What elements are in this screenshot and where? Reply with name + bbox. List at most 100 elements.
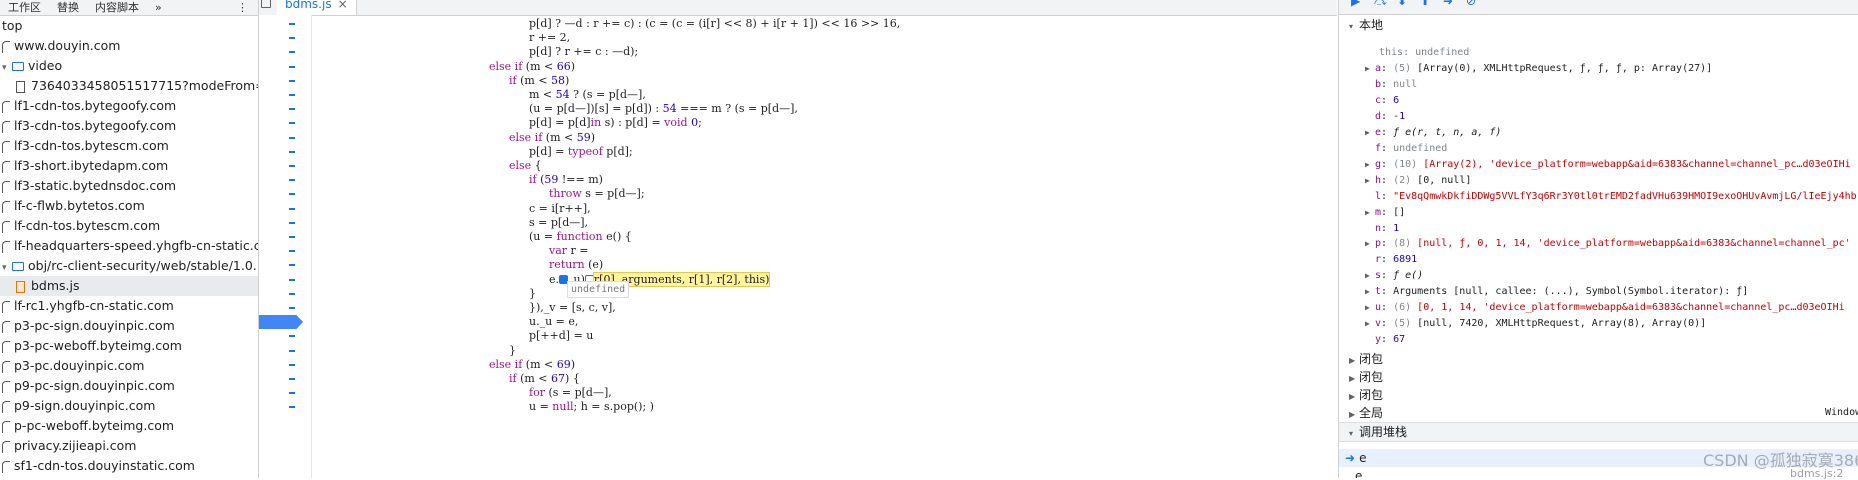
tree-item[interactable]: lf-cdn-tos.bytescm.com (0, 216, 258, 236)
tree-item[interactable]: lf-headquarters-speed.yhgfb-cn-static.co… (0, 236, 258, 256)
line-marker[interactable] (289, 179, 295, 182)
tree-item[interactable]: bdms.js (0, 276, 258, 296)
deactivate-breakpoints-icon[interactable]: ⊘ (1466, 0, 1478, 7)
line-marker[interactable] (289, 292, 295, 295)
scope-variable-row[interactable]: ▶ a: (5) [Array(0), XMLHttpRequest, ƒ, ƒ,… (1365, 61, 1712, 77)
line-marker[interactable] (289, 236, 295, 238)
expand-arrow-icon[interactable]: ▶ (1365, 300, 1375, 316)
line-marker[interactable] (289, 363, 295, 366)
tree-item[interactable]: p-pc-weboff.byteimg.com (0, 416, 258, 436)
tree-item[interactable]: www.douyin.com (0, 36, 258, 56)
scope-group-closure[interactable]: ▶ 闭包 (1349, 350, 1383, 368)
line-marker[interactable] (289, 278, 295, 281)
tree-item[interactable]: top (0, 16, 258, 36)
line-marker[interactable] (289, 250, 295, 253)
expand-arrow-icon[interactable]: ▶ (1365, 157, 1375, 173)
line-marker[interactable] (289, 136, 295, 139)
tree-item[interactable]: p9-pc-sign.douyinpic.com (0, 376, 258, 396)
line-gutter[interactable] (259, 15, 312, 478)
expand-arrow-icon[interactable]: ▶ (1365, 173, 1375, 189)
tree-item[interactable]: ▾ obj/rc-client-security/web/stable/1.0.1… (0, 256, 258, 276)
tree-item[interactable]: 7364033458051517715?modeFrom= (0, 76, 258, 96)
line-marker[interactable] (289, 37, 295, 40)
scope-variable-row[interactable]: y: 67 (1365, 332, 1405, 348)
tab-bdms-js[interactable]: bdms.js × (277, 0, 357, 15)
execution-line-marker[interactable] (259, 315, 303, 329)
line-marker[interactable] (289, 193, 295, 196)
step-into-icon[interactable]: ⬇ (1397, 0, 1409, 7)
code-line[interactable]: u = null; h = s.pop(); ) (529, 399, 654, 415)
scope-variable-row[interactable]: b: null (1365, 77, 1417, 93)
line-marker[interactable] (289, 378, 295, 380)
step-over-icon[interactable]: ⤼ (1374, 0, 1387, 7)
line-marker[interactable] (289, 150, 295, 153)
scope-variable-row[interactable]: ▶ m: [] (1365, 205, 1405, 221)
scope-variable-row[interactable]: r: 6891 (1365, 252, 1417, 268)
code-area[interactable]: p[d] ? —d : r += c) : (c = (c = (i[r] <<… (311, 15, 1337, 478)
line-marker[interactable] (289, 349, 295, 352)
expand-arrow-icon[interactable]: ▾ (2, 58, 12, 78)
scope-variable-row[interactable]: ▶ s: ƒ e() (1365, 268, 1423, 284)
line-marker[interactable] (289, 108, 295, 111)
line-marker[interactable] (289, 221, 295, 224)
line-marker[interactable] (289, 335, 295, 338)
scope-variable-row[interactable]: ▶ h: (2) [0, null] (1365, 173, 1471, 189)
scope-section-header[interactable]: ▾ 本地 (1349, 16, 1383, 34)
tree-item[interactable]: lf3-static.bytednsdoc.com (0, 176, 258, 196)
expand-arrow-icon[interactable]: ▶ (1365, 236, 1375, 252)
scope-variable-row[interactable]: d: -1 (1365, 109, 1405, 125)
line-marker[interactable] (289, 307, 295, 309)
scope-group-closure[interactable]: ▶ 全局 (1349, 404, 1383, 422)
tree-item[interactable]: lf3-short.ibytedapm.com (0, 156, 258, 176)
line-marker[interactable] (289, 392, 295, 395)
code-line[interactable]: p[d] = typeof p[d]; (529, 144, 633, 160)
callstack-section-header[interactable]: ▾ 调用堆栈 (1339, 422, 1858, 442)
tree-item[interactable]: p3-pc.douyinpic.com (0, 356, 258, 376)
expand-arrow-icon[interactable]: ▶ (1365, 268, 1375, 284)
expand-arrow-icon[interactable]: ▶ (1365, 61, 1375, 77)
scope-variable-row[interactable]: ▶ v: (5) [null, 7420, XMLHttpRequest, Arr… (1365, 316, 1706, 332)
tree-item[interactable]: lf3-cdn-tos.bytescm.com (0, 136, 258, 156)
line-marker[interactable] (289, 122, 295, 125)
step-out-icon[interactable]: ⬆ (1420, 0, 1432, 7)
scope-variable-row[interactable]: ▶ g: (10) [Array(2), 'device_platform=web… (1365, 157, 1851, 173)
scope-variable-row[interactable]: ▶ p: (8) [null, ƒ, 0, 1, 14, 'device_plat… (1365, 236, 1851, 252)
tree-item[interactable]: p3-pc-weboff.byteimg.com (0, 336, 258, 356)
tree-item[interactable]: p9-sign.douyinpic.com (0, 396, 258, 416)
tree-item[interactable]: lf3-cdn-tos.bytegoofy.com (0, 116, 258, 136)
close-icon[interactable]: × (338, 0, 348, 11)
expand-arrow-icon[interactable]: ▶ (1365, 205, 1375, 221)
code-line[interactable]: p[++d] = u (529, 328, 593, 344)
scope-variable-row[interactable]: c: 6 (1365, 93, 1399, 109)
expand-arrow-icon[interactable]: ▶ (1365, 125, 1375, 141)
tree-item[interactable]: sf1-cdn-tos.douyinstatic.com (0, 456, 258, 476)
line-marker[interactable] (289, 264, 295, 267)
tree-item[interactable]: lf-c-flwb.bytetos.com (0, 196, 258, 216)
scope-variable-row[interactable]: ▶ e: ƒ e(r, t, n, a, f) (1365, 125, 1501, 141)
scope-group-closure[interactable]: ▶ 闭包 (1349, 386, 1383, 404)
tab-overrides[interactable]: 替换 (49, 1, 87, 15)
scope-variable-row[interactable]: f: undefined (1365, 141, 1447, 157)
expand-arrow-icon[interactable]: ▾ (2, 258, 12, 278)
callstack-next-frame[interactable]: e (1355, 468, 1362, 478)
tree-item[interactable]: privacy.zijieapi.com (0, 436, 258, 456)
scope-variable-row[interactable]: l: "Ev8qQmwkDkfiDDWg5VVLfY3q6Rr3Y0tl0trE… (1365, 189, 1857, 205)
line-marker[interactable] (289, 51, 295, 54)
line-marker[interactable] (289, 207, 295, 210)
scope-variable-row[interactable]: n: 1 (1365, 221, 1399, 237)
toggle-navigator-icon[interactable] (261, 0, 271, 8)
tab-workspace[interactable]: 工作区 (0, 1, 49, 15)
scope-variable-row[interactable]: ▶ u: (6) [0, 1, 14, 'device_platform=weba… (1365, 300, 1845, 316)
expand-arrow-icon[interactable]: ▶ (1365, 316, 1375, 332)
tab-content-scripts[interactable]: 内容脚本 (87, 1, 147, 15)
resume-icon[interactable]: ▶ (1351, 0, 1363, 7)
code-line[interactable]: p[d] ? —d : r += c) : (c = (c = (i[r] <<… (529, 16, 900, 32)
line-marker[interactable] (289, 23, 295, 25)
line-marker[interactable] (289, 165, 295, 167)
scope-variable-row[interactable]: ▶ t: Arguments [null, callee: (...), Symb… (1365, 284, 1748, 300)
more-tabs-icon[interactable]: » (147, 1, 170, 15)
kebab-menu-icon[interactable]: ⋮ (227, 1, 258, 15)
line-marker[interactable] (289, 94, 295, 96)
scope-group-closure[interactable]: ▶ 闭包 (1349, 368, 1383, 386)
expand-arrow-icon[interactable]: ▶ (1365, 284, 1375, 300)
